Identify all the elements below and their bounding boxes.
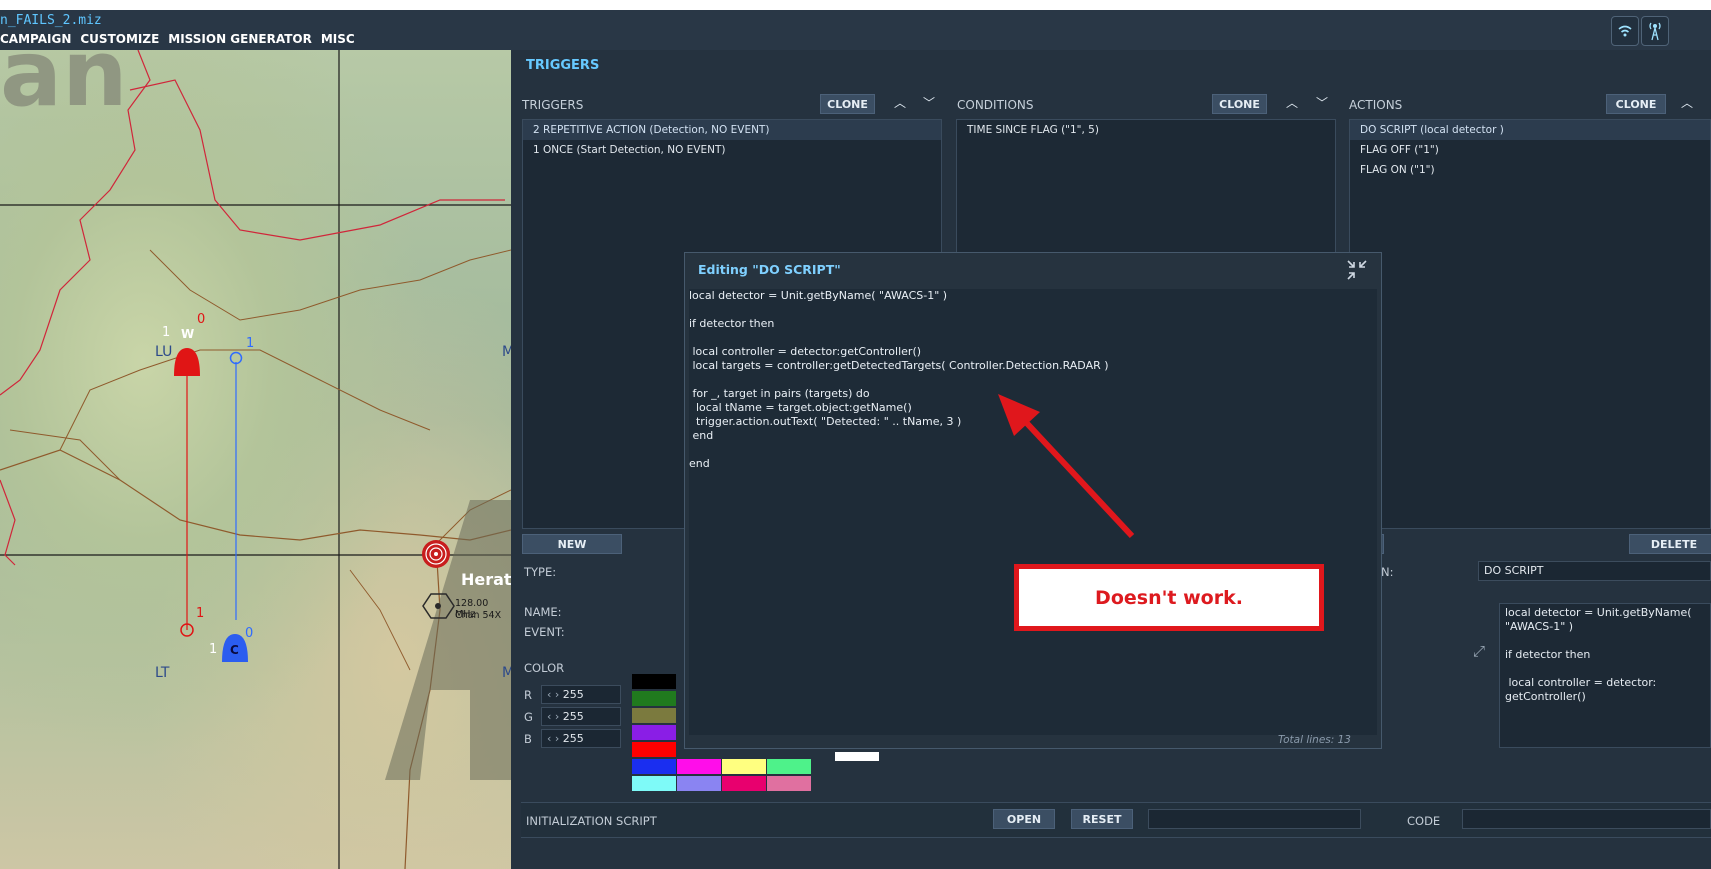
map-overlay [0, 50, 511, 869]
action-move-up-icon[interactable]: ︿ [1681, 94, 1693, 111]
color-swatch-blue[interactable] [632, 759, 676, 774]
color-swatch-olive[interactable] [632, 708, 676, 723]
mission-filename: n_FAILS_2.miz [0, 13, 102, 28]
menu-item-mission-generator[interactable]: MISSION GENERATOR [168, 32, 312, 46]
action-type-label: N: [1381, 565, 1394, 579]
list-item[interactable]: 2 REPETITIVE ACTION (Detection, NO EVENT… [523, 120, 941, 140]
b-label: B [524, 732, 532, 746]
list-item[interactable]: TIME SINCE FLAG ("1", 5) [957, 120, 1335, 140]
color-swatch-violet[interactable] [632, 725, 676, 740]
new-trigger-button[interactable]: NEW [522, 534, 622, 554]
list-item[interactable]: DO SCRIPT (local detector ) [1350, 120, 1710, 140]
antenna-icon[interactable] [1641, 16, 1669, 46]
c-marker-letter[interactable]: C [230, 643, 239, 657]
clone-condition-button[interactable]: CLONE [1212, 94, 1267, 114]
init-script-label: INITIALIZATION SCRIPT [526, 814, 657, 828]
g-stepper[interactable]: ‹ › 255 [541, 707, 621, 726]
color-swatch-magenta[interactable] [677, 759, 721, 774]
map-label-m2: M [502, 665, 511, 681]
main-menu: CAMPAIGN CUSTOMIZE MISSION GENERATOR MIS… [0, 32, 355, 46]
annotation-arrow-icon [998, 394, 1135, 539]
init-script-field[interactable] [1148, 809, 1361, 829]
total-lines-label: Total lines: 13 [1277, 734, 1351, 746]
triggers-column-header: TRIGGERS [522, 98, 584, 112]
list-item[interactable]: FLAG OFF ("1") [1350, 140, 1710, 160]
r-label: R [524, 688, 532, 702]
collapse-icon[interactable] [1345, 258, 1369, 282]
w-marker-letter[interactable]: W [181, 327, 194, 341]
c-marker-count: 0 [245, 626, 254, 641]
list-item[interactable]: FLAG ON ("1") [1350, 160, 1710, 180]
event-label: EVENT: [524, 625, 565, 639]
conditions-column-header: CONDITIONS [957, 98, 1034, 112]
stepper-arrows-icon[interactable]: ‹ › [547, 732, 563, 745]
actions-column-header: ACTIONS [1349, 98, 1403, 112]
color-swatch-light-yellow[interactable] [722, 759, 766, 774]
tacan-channel: Chan 54X [455, 610, 502, 621]
move-down-icon[interactable]: ﹀ [923, 94, 935, 111]
color-swatch-pink[interactable] [722, 776, 766, 791]
panel-title: TRIGGERS [526, 58, 600, 73]
map-label-lt: LT [155, 665, 170, 681]
current-color-preview [835, 752, 879, 761]
move-up-icon[interactable]: ︿ [894, 94, 906, 111]
city-label-herat: Herat [461, 570, 511, 589]
delete-action-button[interactable]: DELETE [1629, 534, 1711, 554]
list-item[interactable]: 1 ONCE (Start Detection, NO EVENT) [523, 140, 941, 160]
color-swatch-green[interactable] [632, 691, 676, 706]
wifi-icon[interactable] [1611, 16, 1639, 46]
clone-action-button[interactable]: CLONE [1606, 94, 1666, 114]
color-label: COLOR [524, 661, 565, 675]
script-preview-text: local detector = Unit.getByName( "AWACS-… [1505, 606, 1692, 703]
map-watermark: an [0, 50, 128, 127]
b-stepper[interactable]: ‹ › 255 [541, 729, 621, 748]
clone-trigger-button[interactable]: CLONE [820, 94, 875, 114]
condition-move-up-icon[interactable]: ︿ [1286, 94, 1298, 111]
w-marker-count: 0 [197, 312, 206, 327]
c-marker-end: 1 [246, 336, 255, 351]
color-swatch-cyan[interactable] [632, 776, 676, 791]
editor-title: Editing "DO SCRIPT" [698, 262, 841, 277]
menu-item-campaign[interactable]: CAMPAIGN [0, 32, 71, 46]
color-swatch-rose[interactable] [767, 776, 811, 791]
annotation-callout: Doesn't work. [1014, 564, 1324, 631]
color-swatch-black[interactable] [632, 674, 676, 689]
stepper-arrows-icon[interactable]: ‹ › [547, 710, 563, 723]
reset-button[interactable]: RESET [1071, 809, 1133, 829]
color-swatch-red[interactable] [632, 742, 676, 757]
map-view[interactable]: an LU LT M M W 1 0 1 C 1 0 1 Herat 128.0… [0, 50, 511, 869]
stepper-arrows-icon[interactable]: ‹ › [547, 688, 563, 701]
condition-move-down-icon[interactable]: ﹀ [1316, 94, 1328, 111]
actions-list[interactable]: DO SCRIPT (local detector ) FLAG OFF ("1… [1349, 119, 1711, 529]
expand-icon[interactable]: ⤢ [1473, 642, 1485, 660]
color-swatch-lavender[interactable] [677, 776, 721, 791]
menu-item-misc[interactable]: MISC [321, 32, 355, 46]
code-label: CODE [1407, 814, 1441, 828]
type-label: TYPE: [524, 565, 557, 579]
c-marker-index: 1 [209, 642, 218, 657]
w-marker-end: 1 [196, 606, 205, 621]
r-stepper[interactable]: ‹ › 255 [541, 685, 621, 704]
g-label: G [524, 710, 533, 724]
color-swatch-light-green[interactable] [767, 759, 811, 774]
map-label-m1: M [502, 344, 511, 360]
open-button[interactable]: OPEN [993, 809, 1055, 829]
name-label: NAME: [524, 605, 562, 619]
map-label-lu: LU [155, 344, 173, 360]
code-field[interactable] [1462, 809, 1711, 829]
w-marker-index: 1 [162, 325, 171, 340]
action-type-select[interactable]: DO SCRIPT [1478, 561, 1711, 581]
menu-item-customize[interactable]: CUSTOMIZE [80, 32, 159, 46]
script-preview-box[interactable]: local detector = Unit.getByName( "AWACS-… [1499, 603, 1711, 748]
